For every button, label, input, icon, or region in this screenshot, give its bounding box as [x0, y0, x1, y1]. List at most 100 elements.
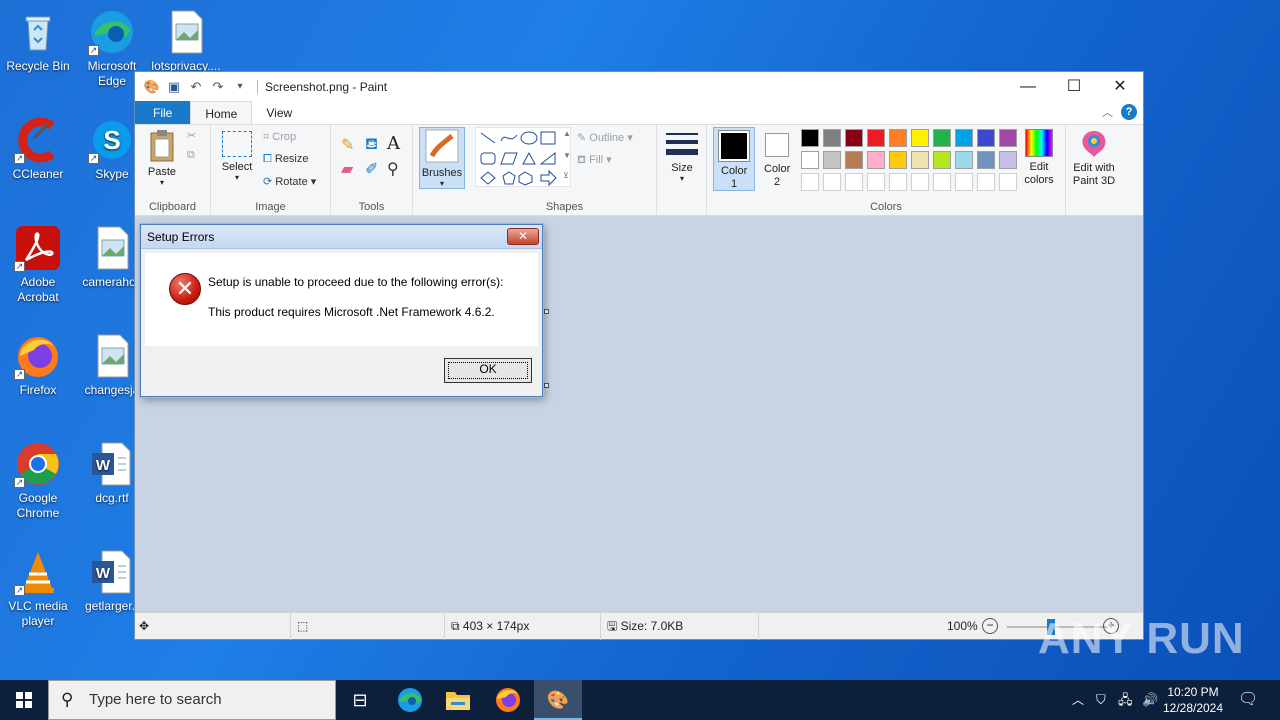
palette-swatch[interactable]	[977, 173, 995, 191]
volume-icon[interactable]: 🔊	[1142, 680, 1158, 720]
paste-button[interactable]: Paste ▾	[143, 129, 181, 187]
close-button[interactable]: ✕	[1097, 72, 1143, 101]
palette-swatch[interactable]	[911, 129, 929, 147]
crop-button[interactable]: ⌗ Crop	[263, 131, 296, 144]
palette-swatch[interactable]	[845, 173, 863, 191]
rotate-button[interactable]: ⟳ Rotate ▾	[263, 175, 316, 188]
color1-button[interactable]: Color 1	[713, 127, 755, 191]
palette-swatch[interactable]	[845, 129, 863, 147]
desktop-icon-recycle-bin[interactable]: Recycle Bin	[0, 8, 76, 74]
desktop-icon-firefox[interactable]: ↗ Firefox	[0, 332, 76, 398]
palette-swatch[interactable]	[977, 129, 995, 147]
taskbar-search-box[interactable]: ⚲ Type here to search	[48, 680, 336, 720]
maximize-button[interactable]: ☐	[1051, 72, 1097, 101]
undo-icon[interactable]: ↶	[187, 78, 205, 96]
palette-swatch[interactable]	[955, 173, 973, 191]
desktop-icon-lotsprivacy[interactable]: lotsprivacy....	[148, 8, 224, 74]
taskbar-clock[interactable]: 10:20 PM 12/28/2024	[1158, 684, 1228, 716]
tab-view[interactable]: View	[252, 101, 306, 124]
brushes-button[interactable]: Brushes ▾	[419, 127, 465, 189]
canvas-resize-handle-corner[interactable]	[544, 383, 549, 388]
svg-text:S: S	[103, 125, 120, 155]
window-title: Screenshot.png - Paint	[257, 79, 387, 94]
help-icon[interactable]: ?	[1121, 104, 1137, 120]
shapes-gallery[interactable]	[475, 127, 571, 187]
notifications-icon[interactable]: 🗨	[1238, 680, 1258, 720]
paint3d-icon	[1082, 131, 1106, 157]
palette-swatch[interactable]	[867, 151, 885, 169]
palette-swatch[interactable]	[889, 129, 907, 147]
shapes-scroll-down-icon[interactable]: ▼	[563, 151, 571, 160]
select-button[interactable]: Select ▾	[217, 129, 257, 182]
save-icon[interactable]: ▣	[165, 78, 183, 96]
palette-swatch[interactable]	[823, 129, 841, 147]
tab-file[interactable]: File	[135, 101, 191, 124]
minimize-button[interactable]: —	[1005, 72, 1051, 101]
tab-home[interactable]: Home	[190, 101, 253, 124]
palette-swatch[interactable]	[911, 151, 929, 169]
desktop-icon-chrome[interactable]: ↗ Google Chrome	[0, 440, 76, 521]
palette-swatch[interactable]	[801, 173, 819, 191]
cut-icon[interactable]: ✂	[187, 129, 196, 142]
fill-button[interactable]: ⛾ Fill ▾	[577, 153, 612, 168]
palette-swatch[interactable]	[977, 151, 995, 169]
fill-bucket-icon[interactable]: ⛾	[365, 135, 378, 155]
taskbar-file-explorer-button[interactable]	[434, 680, 482, 720]
resize-label: Resize	[274, 153, 309, 165]
palette-swatch[interactable]	[889, 151, 907, 169]
palette-swatch[interactable]	[823, 173, 841, 191]
taskbar-edge-button[interactable]	[386, 680, 434, 720]
text-tool-icon[interactable]: A	[387, 133, 400, 154]
shapes-group-label: Shapes	[545, 201, 584, 213]
taskbar-firefox-button[interactable]	[484, 680, 532, 720]
edit-colors-button[interactable]: Edit colors	[1019, 129, 1059, 187]
size-button[interactable]: Size ▾	[661, 129, 703, 183]
tray-app-icon[interactable]: ⛉	[1096, 680, 1106, 720]
pencil-icon[interactable]: ✎	[341, 135, 354, 155]
shapes-expand-icon[interactable]: ⊻	[563, 171, 569, 180]
zoom-out-icon[interactable]: −	[982, 618, 998, 634]
taskbar-paint-button[interactable]: 🎨	[534, 680, 582, 720]
dialog-close-button[interactable]: ✕	[507, 228, 539, 245]
color-picker-icon[interactable]: ✐	[365, 159, 378, 179]
palette-swatch[interactable]	[999, 151, 1017, 169]
resize-button[interactable]: ⧠ Resize	[263, 153, 309, 166]
desktop-icon-ccleaner[interactable]: ↗ CCleaner	[0, 116, 76, 182]
task-view-button[interactable]: ⊟	[336, 680, 384, 720]
magnifier-icon[interactable]: ⚲	[387, 159, 399, 179]
outline-button[interactable]: ✎ Outline ▾	[577, 131, 633, 144]
redo-icon[interactable]: ↷	[209, 78, 227, 96]
palette-swatch[interactable]	[999, 129, 1017, 147]
dimensions-icon: ⧉	[451, 619, 460, 633]
palette-swatch[interactable]	[801, 151, 819, 169]
canvas-resize-handle-side[interactable]	[544, 309, 549, 314]
palette-swatch[interactable]	[933, 151, 951, 169]
network-icon[interactable]: 🖧	[1118, 680, 1133, 720]
collapse-ribbon-icon[interactable]: ︿	[1102, 104, 1113, 120]
palette-swatch[interactable]	[933, 173, 951, 191]
palette-swatch[interactable]	[867, 129, 885, 147]
eraser-icon[interactable]: ▰	[341, 159, 353, 179]
desktop-icon-label: Recycle Bin	[6, 59, 70, 73]
palette-swatch[interactable]	[867, 173, 885, 191]
palette-swatch[interactable]	[801, 129, 819, 147]
desktop-icon-vlc[interactable]: ↗ VLC media player	[0, 548, 76, 629]
ok-button[interactable]: OK	[444, 358, 532, 383]
show-hidden-icons[interactable]: ︿	[1072, 680, 1084, 720]
desktop-icon-acrobat[interactable]: ↗ Adobe Acrobat	[0, 224, 76, 305]
palette-swatch[interactable]	[823, 151, 841, 169]
ribbon-separator	[1065, 125, 1066, 216]
palette-swatch[interactable]	[999, 173, 1017, 191]
edit-with-paint3d-button[interactable]: Edit with Paint 3D	[1069, 129, 1119, 188]
color2-button[interactable]: Color 2	[757, 127, 797, 191]
palette-swatch[interactable]	[955, 151, 973, 169]
shapes-scroll-up-icon[interactable]: ▲	[563, 129, 571, 138]
copy-icon[interactable]: ⧉	[187, 149, 195, 162]
palette-swatch[interactable]	[845, 151, 863, 169]
start-button[interactable]	[0, 680, 48, 720]
customize-qat-icon[interactable]: ▾	[231, 78, 249, 96]
palette-swatch[interactable]	[911, 173, 929, 191]
palette-swatch[interactable]	[933, 129, 951, 147]
palette-swatch[interactable]	[889, 173, 907, 191]
palette-swatch[interactable]	[955, 129, 973, 147]
